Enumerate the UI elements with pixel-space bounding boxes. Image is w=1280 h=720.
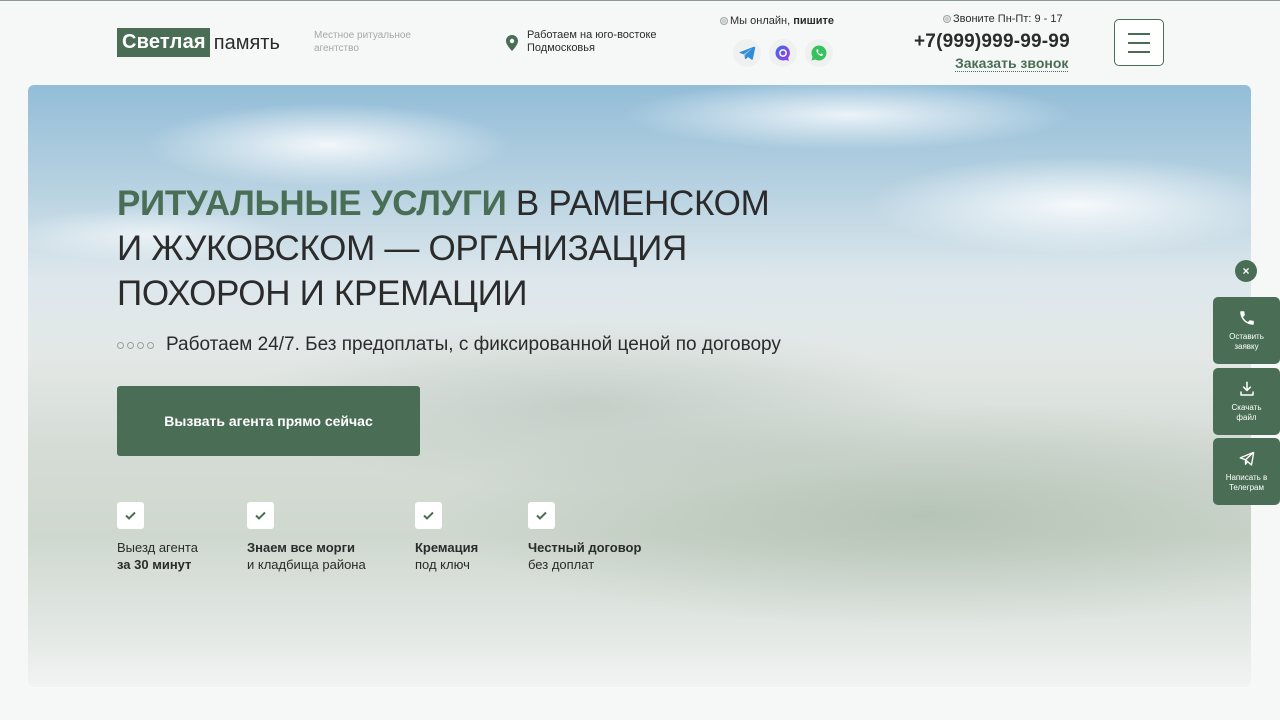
messenger-links bbox=[733, 39, 833, 67]
hero-title: РИТУАЛЬНЫЕ УСЛУГИ В РАМЕНСКОМ И ЖУКОВСКО… bbox=[117, 181, 797, 316]
side-button-label: Оставить заявку bbox=[1229, 332, 1264, 351]
feature-line2: под ключ bbox=[415, 557, 470, 572]
checkmark-icon bbox=[247, 502, 274, 529]
menu-line bbox=[1128, 41, 1150, 44]
working-hours: Звоните Пн-Пт: 9 - 17 bbox=[944, 13, 1063, 25]
checkmark-icon bbox=[415, 502, 442, 529]
logo-text: память bbox=[213, 31, 280, 54]
checkmark-icon bbox=[117, 502, 144, 529]
feature-line1: Кремация bbox=[415, 540, 479, 555]
phone-number[interactable]: +7(999)999-99-99 bbox=[914, 31, 1070, 53]
side-button-label: Написать в Телеграм bbox=[1225, 473, 1268, 492]
telegram-button[interactable] bbox=[733, 39, 761, 67]
hours-text: Звоните Пн-Пт: 9 - 17 bbox=[953, 13, 1063, 25]
menu-line bbox=[1128, 32, 1150, 35]
hero-title-accent: РИТУАЛЬНЫЕ УСЛУГИ bbox=[117, 184, 507, 223]
hero-subtitle-text: Работаем 24/7. Без предоплаты, с фиксиро… bbox=[166, 334, 781, 355]
feature-line2: за 30 минут bbox=[117, 557, 192, 572]
menu-line bbox=[1128, 50, 1150, 53]
phone-icon bbox=[1239, 311, 1254, 325]
online-prefix: Мы онлайн, bbox=[730, 15, 791, 27]
location-pin-icon bbox=[506, 35, 518, 51]
side-button-label: Скачать файл bbox=[1231, 403, 1262, 422]
logo-mark: Светлая bbox=[117, 28, 210, 57]
whatsapp-button[interactable] bbox=[805, 39, 833, 67]
download-file-button[interactable]: Скачать файл bbox=[1213, 368, 1280, 435]
telegram-icon bbox=[739, 46, 756, 60]
status-dot-icon bbox=[721, 18, 727, 25]
feature-line2: без доплат bbox=[528, 557, 595, 572]
write-telegram-button[interactable]: Написать в Телеграм bbox=[1213, 438, 1280, 505]
online-status: Мы онлайн, пишите bbox=[721, 15, 834, 27]
feature-line2: и кладбища района bbox=[247, 557, 366, 572]
download-icon bbox=[1239, 381, 1254, 396]
feature-line1: Честный договор bbox=[528, 540, 642, 555]
feature-item: Кремация под ключ bbox=[415, 502, 478, 573]
location-text: Работаем на юго-востоке Подмосковья bbox=[527, 29, 657, 54]
feature-item: Честный договор без доплат bbox=[528, 502, 641, 573]
order-callback-link[interactable]: Заказать звонок bbox=[955, 55, 1069, 72]
hero-title-line2: И ЖУКОВСКОМ — ОРГАНИЗАЦИЯ bbox=[117, 229, 687, 268]
feature-item: Знаем все морги и кладбища района bbox=[247, 502, 366, 573]
online-action: пишите bbox=[793, 15, 835, 27]
menu-button[interactable] bbox=[1114, 19, 1164, 66]
leave-request-button[interactable]: Оставить заявку bbox=[1213, 297, 1280, 364]
tagline: Местное ритуальное агентство bbox=[314, 30, 411, 54]
location-info: Работаем на юго-востоке Подмосковья bbox=[505, 29, 667, 55]
status-dot-icon bbox=[944, 16, 950, 23]
feature-line1: Выезд агента bbox=[117, 540, 198, 555]
hero-subtitle: Работаем 24/7. Без предоплаты, с фиксиро… bbox=[117, 334, 781, 356]
call-agent-button[interactable]: Вызвать агента прямо сейчас bbox=[117, 386, 420, 456]
paper-plane-icon bbox=[1239, 451, 1254, 466]
logo[interactable]: Светлая память bbox=[117, 28, 280, 57]
max-messenger-icon bbox=[775, 45, 790, 61]
feature-item: Выезд агента за 30 минут bbox=[117, 502, 198, 573]
hero-title-line3: ПОХОРОН И КРЕМАЦИИ bbox=[117, 274, 528, 313]
checkmark-icon bbox=[528, 502, 555, 529]
close-widgets-button[interactable]: × bbox=[1235, 260, 1257, 282]
max-messenger-button[interactable] bbox=[769, 39, 797, 67]
site-header: Светлая память Местное ритуальное агентс… bbox=[0, 1, 1280, 85]
whatsapp-icon bbox=[811, 45, 827, 61]
hero-title-line1-rest: В РАМЕНСКОМ bbox=[506, 184, 770, 223]
feature-line1: Знаем все морги bbox=[247, 540, 355, 555]
decorative-dots bbox=[117, 341, 154, 349]
